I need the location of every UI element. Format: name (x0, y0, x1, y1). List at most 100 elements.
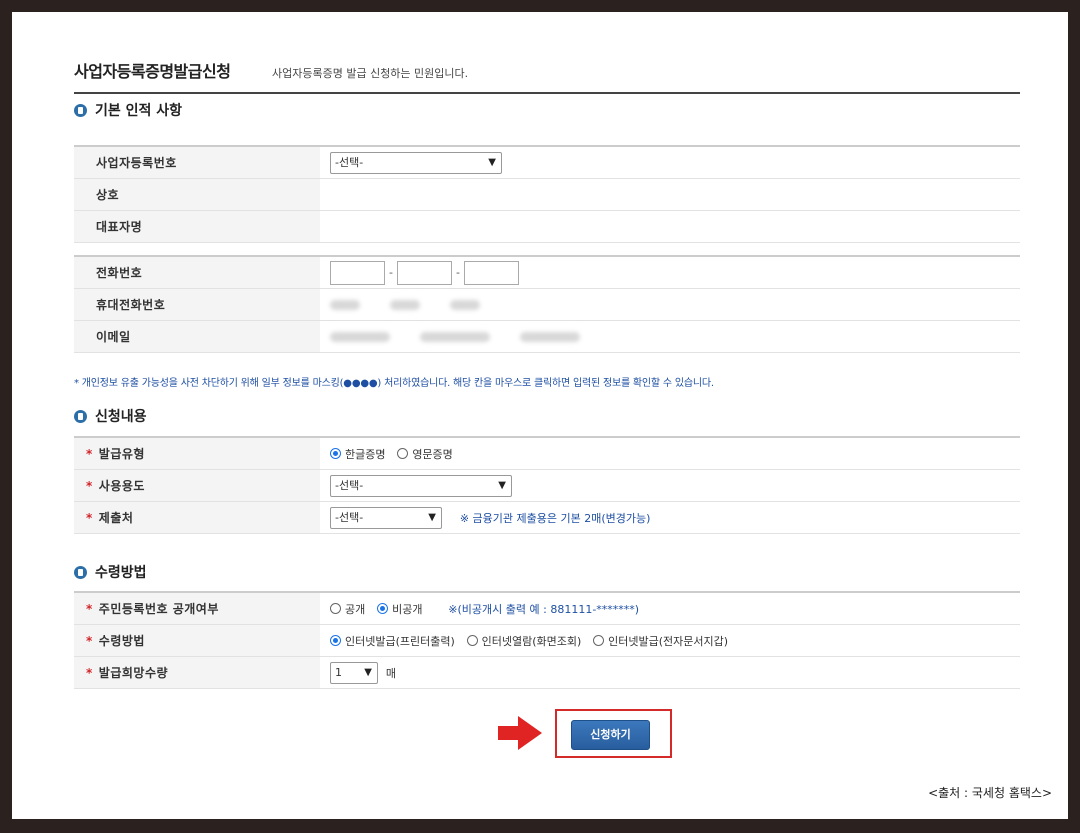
disclose-label: 주민등록번호 공개여부 (98, 602, 219, 616)
page-title: 사업자등록증명발급신청 (74, 62, 231, 81)
radio-view-label[interactable]: 인터넷열람(화면조회) (482, 635, 582, 648)
required-star-icon: * (86, 511, 93, 525)
section-basic-heading: 기본 인적 사항 (74, 100, 182, 120)
row-label-company-name: 상호 (74, 178, 320, 211)
row-label-method: * 수령방법 (74, 624, 320, 657)
section-receipt-heading: 수령방법 (74, 562, 147, 582)
radio-method-wallet[interactable] (593, 635, 605, 646)
privacy-note: * 개인정보 유출 가능성을 사전 차단하기 위해 일부 정보를 마스킹(●●●… (74, 378, 714, 389)
required-star-icon: * (86, 634, 93, 648)
required-star-icon: * (86, 479, 93, 493)
purpose-select-value: -선택- (335, 478, 364, 492)
phone-part2-input[interactable] (396, 260, 452, 285)
business-number-select[interactable]: -선택- ▼ (330, 151, 502, 174)
page-frame: 사업자등록증명발급신청 사업자등록증명 발급 신청하는 민원입니다. 기본 인적… (12, 12, 1068, 819)
table-row: 전화번호 - - (74, 256, 1020, 289)
table-row: 사업자등록번호 -선택- ▼ (74, 146, 1020, 179)
count-unit: 매 (385, 666, 396, 680)
row-label-mobile: 휴대전화번호 (74, 288, 320, 321)
row-label-phone: 전화번호 (74, 256, 320, 289)
required-star-icon: * (86, 602, 93, 616)
purpose-select[interactable]: -선택- ▼ (330, 474, 512, 497)
page-header: 사업자등록증명발급신청 사업자등록증명 발급 신청하는 민원입니다. (74, 46, 1020, 94)
radio-public-label[interactable]: 공개 (345, 603, 365, 616)
phone-dash: - (389, 266, 393, 279)
business-number-select-value: -선택- (335, 155, 364, 169)
radio-disclose-private[interactable] (377, 603, 389, 614)
request-table: * 발급유형 한글증명 영문증명 * 사용용도 -선택- ▼ * 제출처 -선택… (74, 436, 1020, 534)
count-select[interactable]: 1 ▼ (330, 661, 378, 684)
red-arrow-icon (498, 716, 542, 754)
table-row: * 수령방법 인터넷발급(프린터출력) 인터넷열람(화면조회) 인터넷발급(전자문… (74, 624, 1020, 657)
row-label-disclose: * 주민등록번호 공개여부 (74, 592, 320, 625)
source-caption: <출처 : 국세청 홈택스> (928, 786, 1052, 800)
purpose-label: 사용용도 (98, 479, 145, 493)
count-label: 발급희망수량 (98, 666, 169, 680)
chevron-down-icon: ▼ (364, 666, 372, 678)
masked-field (450, 300, 480, 310)
radio-method-view[interactable] (466, 635, 478, 646)
radio-korean[interactable] (330, 448, 341, 459)
table-row: * 발급유형 한글증명 영문증명 (74, 437, 1020, 470)
method-label: 수령방법 (98, 634, 145, 648)
submit-to-note: ※ 금융기관 제출용은 기본 2매(변경가능) (459, 511, 651, 525)
radio-korean-label[interactable]: 한글증명 (345, 448, 385, 461)
section-basic-title: 기본 인적 사항 (95, 103, 183, 119)
email-masked-value[interactable] (320, 320, 1020, 353)
masked-field (330, 300, 360, 310)
phone-dash: - (455, 266, 460, 279)
radio-method-print[interactable] (330, 635, 341, 646)
row-label-business-number: 사업자등록번호 (74, 146, 320, 179)
masked-field (520, 332, 580, 342)
table-row: 상호 (74, 178, 1020, 211)
company-name-value (320, 178, 1020, 211)
chevron-down-icon: ▼ (428, 511, 436, 523)
row-label-representative: 대표자명 (74, 210, 320, 243)
row-label-email: 이메일 (74, 320, 320, 353)
radio-private-label[interactable]: 비공개 (392, 603, 422, 616)
table-row: 휴대전화번호 (74, 288, 1020, 321)
section-bullet-icon (74, 566, 87, 579)
section-request-title: 신청내용 (95, 409, 147, 425)
radio-english[interactable] (397, 448, 409, 459)
masked-field (390, 300, 420, 310)
table-row: 이메일 (74, 320, 1020, 353)
count-select-value: 1 (335, 665, 342, 679)
phone-part3-input[interactable] (463, 260, 519, 285)
row-label-count: * 발급희망수량 (74, 656, 320, 689)
row-label-issue-type: * 발급유형 (74, 437, 320, 470)
submit-to-select-value: -선택- (335, 510, 364, 524)
representative-value (320, 210, 1020, 243)
section-receipt-title: 수령방법 (95, 565, 147, 581)
radio-print-label[interactable]: 인터넷발급(프린터출력) (345, 635, 455, 648)
table-row: * 주민등록번호 공개여부 공개 비공개 ※(비공개시 출력 예 : 881111… (74, 592, 1020, 625)
basic-info-table: 사업자등록번호 -선택- ▼ 상호 대표자명 (74, 145, 1020, 243)
phone-part1-input[interactable] (330, 260, 385, 285)
table-row: 대표자명 (74, 210, 1020, 243)
section-bullet-icon (74, 410, 87, 423)
table-row: * 사용용도 -선택- ▼ (74, 469, 1020, 502)
disclose-note: ※(비공개시 출력 예 : 881111-*******) (448, 602, 640, 616)
issue-type-label: 발급유형 (98, 447, 145, 461)
page-description: 사업자등록증명 발급 신청하는 민원입니다. (272, 67, 469, 80)
row-label-submit-to: * 제출처 (74, 501, 320, 534)
section-bullet-icon (74, 104, 87, 117)
table-row: * 제출처 -선택- ▼ ※ 금융기관 제출용은 기본 2매(변경가능) (74, 501, 1020, 534)
submit-button[interactable]: 신청하기 (571, 720, 650, 750)
section-request-heading: 신청내용 (74, 406, 147, 426)
chevron-down-icon: ▼ (488, 156, 496, 168)
masked-field (330, 332, 390, 342)
radio-disclose-public[interactable] (330, 603, 341, 614)
radio-wallet-label[interactable]: 인터넷발급(전자문서지갑) (608, 635, 728, 648)
masked-field (420, 332, 490, 342)
submit-to-label: 제출처 (98, 511, 134, 525)
radio-english-label[interactable]: 영문증명 (412, 448, 452, 461)
required-star-icon: * (86, 666, 93, 680)
mobile-masked-value[interactable] (320, 288, 1020, 321)
required-star-icon: * (86, 447, 93, 461)
contact-info-table: 전화번호 - - 휴대전화번호 이메일 (74, 255, 1020, 353)
receipt-table: * 주민등록번호 공개여부 공개 비공개 ※(비공개시 출력 예 : 881111… (74, 591, 1020, 689)
submit-to-select[interactable]: -선택- ▼ (330, 506, 442, 529)
chevron-down-icon: ▼ (498, 479, 506, 491)
row-label-purpose: * 사용용도 (74, 469, 320, 502)
